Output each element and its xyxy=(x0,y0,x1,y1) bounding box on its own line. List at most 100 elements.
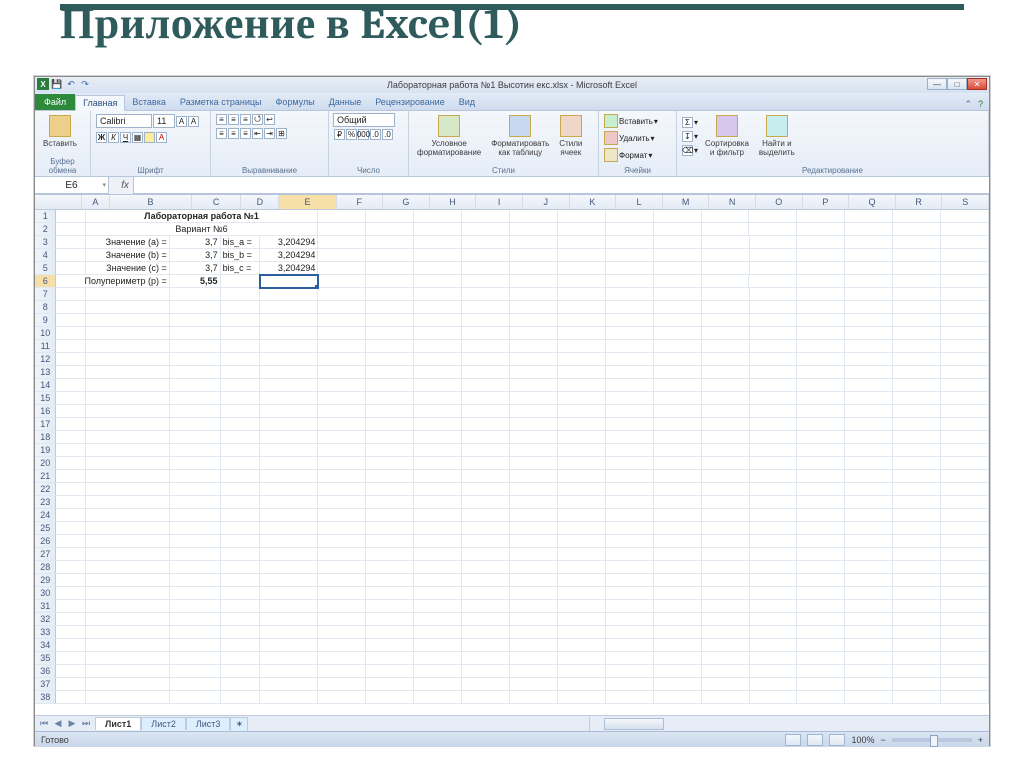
cell[interactable] xyxy=(86,626,170,639)
cell[interactable] xyxy=(260,379,319,392)
cell[interactable] xyxy=(606,691,654,704)
cell[interactable] xyxy=(56,262,85,275)
cell[interactable] xyxy=(510,496,558,509)
cell[interactable] xyxy=(606,314,654,327)
cell[interactable] xyxy=(941,665,989,678)
cell[interactable] xyxy=(750,652,798,665)
cell[interactable] xyxy=(260,288,319,301)
cell[interactable] xyxy=(170,353,221,366)
cell[interactable] xyxy=(414,665,462,678)
cell[interactable] xyxy=(941,392,989,405)
cell[interactable] xyxy=(260,392,319,405)
cell[interactable] xyxy=(170,535,221,548)
cell[interactable] xyxy=(558,444,606,457)
cell[interactable] xyxy=(462,366,510,379)
cell[interactable] xyxy=(56,444,85,457)
cell[interactable] xyxy=(318,639,366,652)
font-name-selector[interactable]: Calibri xyxy=(96,114,152,128)
paste-button[interactable]: Вставить xyxy=(39,113,81,150)
cell[interactable] xyxy=(170,327,221,340)
cell[interactable] xyxy=(366,223,414,236)
row-header[interactable]: 13 xyxy=(35,366,56,379)
cell[interactable] xyxy=(797,353,845,366)
cell[interactable] xyxy=(606,457,654,470)
cell[interactable] xyxy=(414,327,462,340)
cell[interactable] xyxy=(318,483,366,496)
sheet-tab-1[interactable]: Лист1 xyxy=(95,717,141,730)
cell[interactable] xyxy=(702,405,750,418)
row-header[interactable]: 36 xyxy=(35,665,56,678)
cell[interactable] xyxy=(941,470,989,483)
number-format-selector[interactable]: Общий xyxy=(333,113,395,127)
cell[interactable] xyxy=(750,691,798,704)
cell[interactable] xyxy=(260,405,319,418)
cell[interactable] xyxy=(260,353,319,366)
cell[interactable] xyxy=(414,314,462,327)
cell[interactable] xyxy=(86,509,170,522)
cell[interactable] xyxy=(893,652,941,665)
decrease-font-icon[interactable]: A xyxy=(188,116,199,127)
cell[interactable] xyxy=(221,509,260,522)
cell[interactable] xyxy=(318,665,366,678)
cell[interactable] xyxy=(366,288,414,301)
row-header[interactable]: 19 xyxy=(35,444,56,457)
cell[interactable] xyxy=(654,548,702,561)
cell[interactable] xyxy=(86,327,170,340)
cell[interactable] xyxy=(221,665,260,678)
cell[interactable] xyxy=(893,444,941,457)
cell[interactable] xyxy=(86,366,170,379)
cell[interactable] xyxy=(510,431,558,444)
cell[interactable]: Полупериметр (p) = xyxy=(56,275,169,288)
cell[interactable] xyxy=(845,522,893,535)
align-center-icon[interactable]: ≡ xyxy=(228,128,239,139)
cell[interactable] xyxy=(750,236,798,249)
cell[interactable] xyxy=(170,444,221,457)
cell[interactable] xyxy=(510,457,558,470)
cell[interactable] xyxy=(750,613,798,626)
row-header[interactable]: 8 xyxy=(35,301,56,314)
cell[interactable] xyxy=(941,639,989,652)
cell[interactable] xyxy=(941,223,989,236)
cell[interactable] xyxy=(56,405,85,418)
cell[interactable] xyxy=(86,561,170,574)
cell[interactable] xyxy=(845,249,893,262)
cell[interactable] xyxy=(702,457,750,470)
cell[interactable] xyxy=(510,535,558,548)
col-header[interactable]: S xyxy=(942,195,989,209)
cell[interactable] xyxy=(941,262,989,275)
italic-button[interactable]: К xyxy=(108,132,119,143)
cell[interactable] xyxy=(750,392,798,405)
cell[interactable] xyxy=(462,587,510,600)
cell[interactable] xyxy=(221,652,260,665)
cell[interactable] xyxy=(654,665,702,678)
cell[interactable] xyxy=(86,314,170,327)
cell[interactable] xyxy=(654,223,702,236)
cell[interactable] xyxy=(797,236,845,249)
cell[interactable] xyxy=(654,249,702,262)
cell[interactable] xyxy=(86,340,170,353)
cell[interactable] xyxy=(260,366,319,379)
cell[interactable] xyxy=(366,678,414,691)
delete-cells-button[interactable]: Удалить ▾ xyxy=(603,130,656,146)
cell[interactable] xyxy=(558,353,606,366)
cell[interactable] xyxy=(702,353,750,366)
cell[interactable] xyxy=(750,483,798,496)
cell[interactable] xyxy=(606,418,654,431)
cell[interactable] xyxy=(510,652,558,665)
cell[interactable] xyxy=(221,600,260,613)
cell[interactable] xyxy=(941,548,989,561)
cell[interactable] xyxy=(170,691,221,704)
cell[interactable] xyxy=(318,314,366,327)
cell[interactable] xyxy=(702,548,750,561)
cell[interactable] xyxy=(654,600,702,613)
cell[interactable] xyxy=(510,600,558,613)
cell[interactable] xyxy=(170,405,221,418)
cell[interactable]: Значение (a) = xyxy=(86,236,170,249)
cell[interactable] xyxy=(558,301,606,314)
cell[interactable] xyxy=(941,613,989,626)
cell[interactable] xyxy=(893,639,941,652)
cell[interactable] xyxy=(941,301,989,314)
cell[interactable]: bis_b = xyxy=(221,249,260,262)
cell[interactable] xyxy=(366,522,414,535)
row-header[interactable]: 2 xyxy=(35,223,56,236)
